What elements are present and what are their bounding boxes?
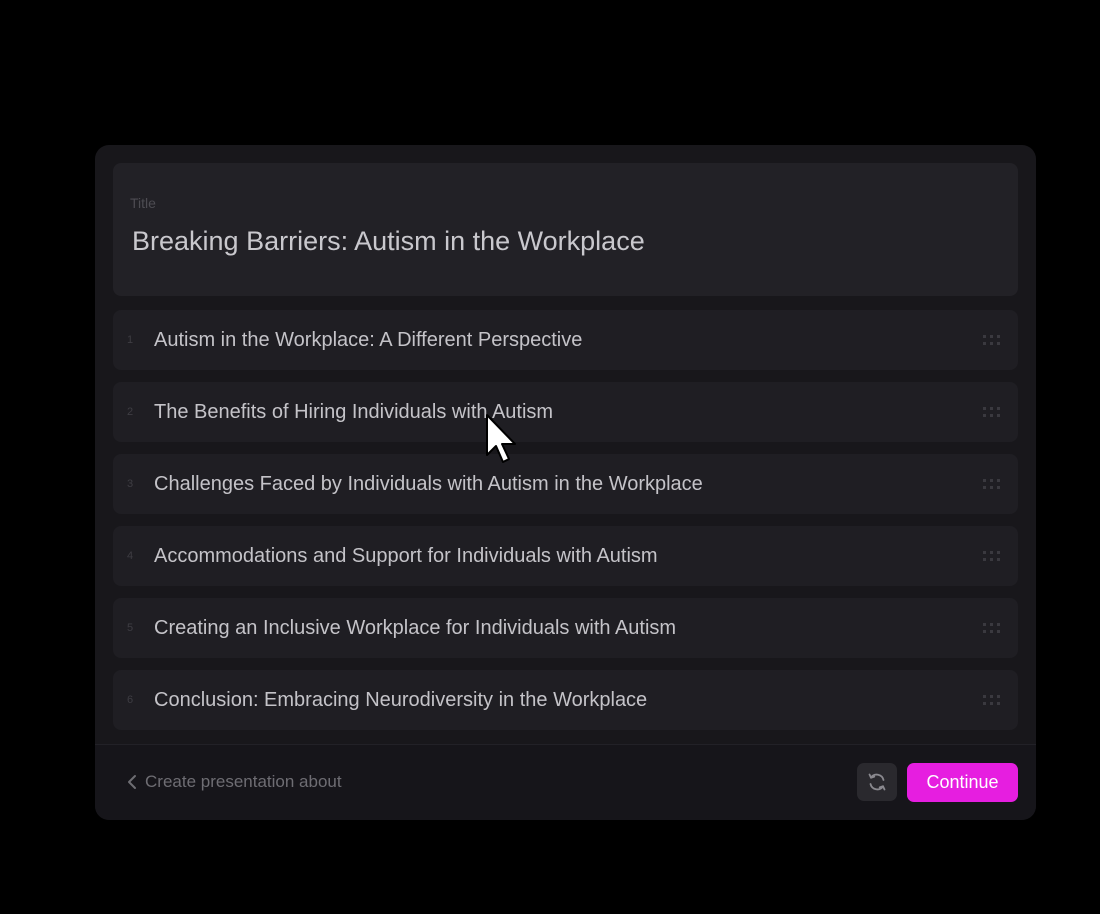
outline-item-label[interactable]: Challenges Faced by Individuals with Aut… [154,454,703,514]
outline-item[interactable]: 5 Creating an Inclusive Workplace for In… [113,598,1018,658]
outline-item-number: 5 [127,622,134,634]
outline-item[interactable]: 3 Challenges Faced by Individuals with A… [113,454,1018,514]
outline-item-number: 4 [127,550,134,562]
outline-item-number: 6 [127,694,134,706]
outline-item[interactable]: 6 Conclusion: Embracing Neurodiversity i… [113,670,1018,730]
outline-item-number: 2 [127,406,134,418]
drag-handle-icon[interactable] [982,550,1002,562]
outline-dialog: Title Breaking Barriers: Autism in the W… [95,145,1036,820]
continue-button[interactable]: Continue [907,763,1018,802]
refresh-icon [868,773,886,791]
outline-item-label[interactable]: Creating an Inclusive Workplace for Indi… [154,598,676,658]
back-label: Create presentation about [145,772,342,791]
outline-item-label[interactable]: Conclusion: Embracing Neurodiversity in … [154,670,647,730]
drag-handle-icon[interactable] [982,622,1002,634]
dialog-footer: Create presentation about Continue [95,744,1036,820]
outline-item-label[interactable]: Autism in the Workplace: A Different Per… [154,310,582,370]
drag-handle-icon[interactable] [982,334,1002,346]
outline-item-number: 3 [127,478,134,490]
outline-item[interactable]: 4 Accommodations and Support for Individ… [113,526,1018,586]
drag-handle-icon[interactable] [982,694,1002,706]
outline-item[interactable]: 2 The Benefits of Hiring Individuals wit… [113,382,1018,442]
drag-handle-icon[interactable] [982,478,1002,490]
title-field[interactable]: Title Breaking Barriers: Autism in the W… [113,163,1018,296]
outline-item-number: 1 [127,334,134,346]
outline-item-label[interactable]: Accommodations and Support for Individua… [154,526,658,586]
title-label: Title [130,195,156,211]
chevron-left-icon [128,775,136,789]
drag-handle-icon[interactable] [982,406,1002,418]
outline-item[interactable]: 1 Autism in the Workplace: A Different P… [113,310,1018,370]
outline-list: 1 Autism in the Workplace: A Different P… [113,310,1018,742]
back-button[interactable]: Create presentation about [127,771,342,793]
title-input[interactable]: Breaking Barriers: Autism in the Workpla… [132,226,645,256]
outline-item-label[interactable]: The Benefits of Hiring Individuals with … [154,382,553,442]
regenerate-button[interactable] [857,763,897,801]
